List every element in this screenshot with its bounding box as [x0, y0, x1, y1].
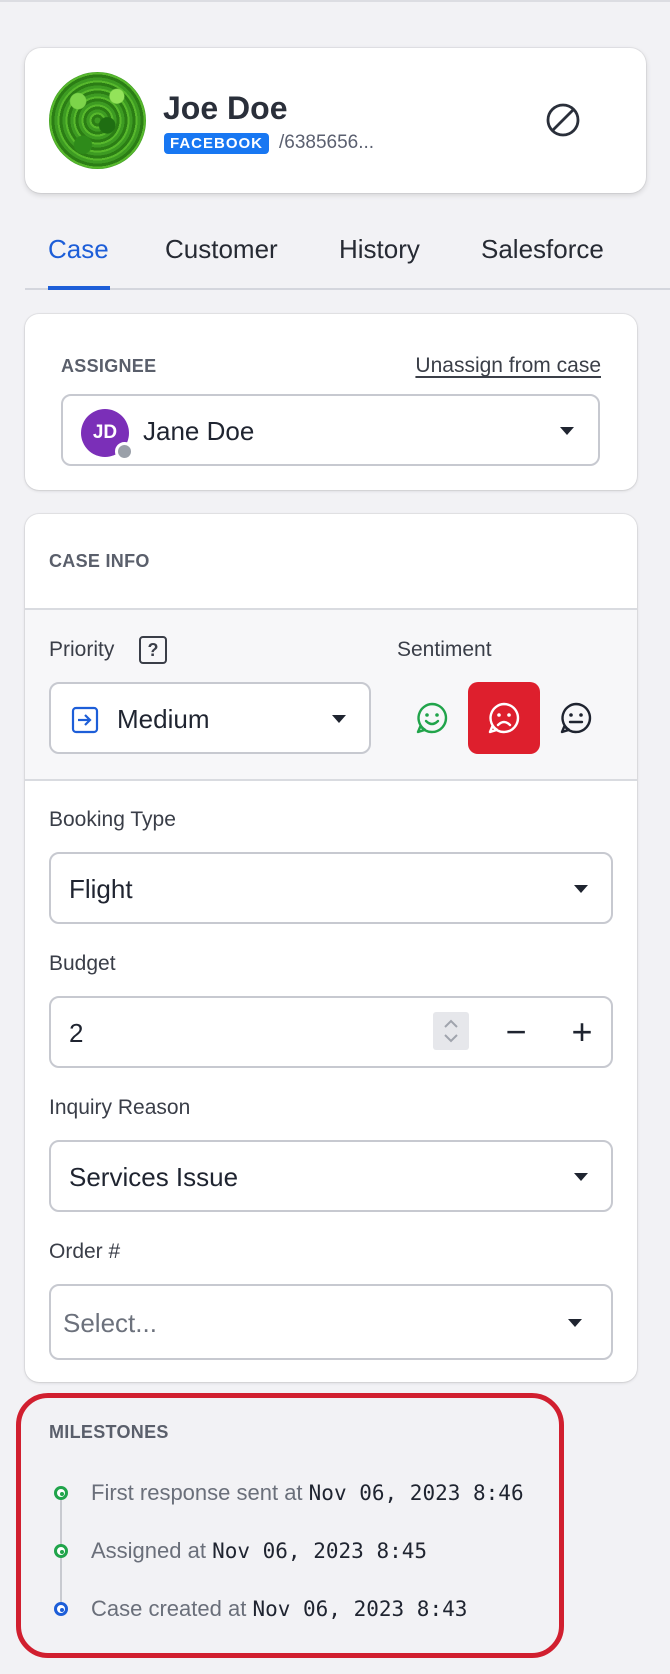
- assignee-select[interactable]: JD Jane Doe: [61, 394, 600, 466]
- priority-value: Medium: [117, 704, 210, 734]
- milestone-item: Assigned at Nov 06, 2023 8:45: [91, 1538, 427, 1564]
- order-select[interactable]: Select...: [49, 1284, 613, 1360]
- frown-icon: [488, 702, 520, 734]
- unassign-link[interactable]: Unassign from case: [415, 354, 601, 378]
- priority-select[interactable]: Medium: [49, 682, 371, 754]
- customer-id: /6385656...: [279, 132, 375, 153]
- block-icon[interactable]: [545, 102, 581, 138]
- presence-status-dot: [115, 442, 134, 461]
- tab-bar: Case Customer History Salesforce: [25, 228, 670, 290]
- tab-salesforce[interactable]: Salesforce: [481, 234, 604, 265]
- milestone-text: Case created at: [91, 1596, 253, 1621]
- budget-input[interactable]: 2 − +: [49, 996, 613, 1068]
- booking-type-label: Booking Type: [49, 808, 176, 831]
- case-info-card: CASE INFO Priority ? Medium Sentiment Bo…: [25, 514, 637, 1382]
- top-border: [0, 0, 670, 2]
- sentiment-positive-button[interactable]: [396, 682, 468, 754]
- milestone-item: Case created at Nov 06, 2023 8:43: [91, 1596, 467, 1622]
- chevron-down-icon: [574, 1173, 588, 1181]
- budget-value: 2: [69, 1018, 84, 1048]
- inquiry-reason-value: Services Issue: [69, 1162, 239, 1192]
- milestone-time: Nov 06, 2023 8:43: [252, 1597, 468, 1621]
- chevron-down-icon: [574, 885, 588, 893]
- order-placeholder: Select...: [63, 1308, 157, 1338]
- inquiry-reason-label: Inquiry Reason: [49, 1096, 191, 1119]
- tab-customer[interactable]: Customer: [165, 234, 278, 265]
- assignee-label: ASSIGNEE: [61, 356, 157, 376]
- case-info-label: CASE INFO: [49, 551, 150, 571]
- milestone-dot: [54, 1486, 68, 1500]
- milestone-text: First response sent at: [91, 1480, 309, 1505]
- booking-type-value: Flight: [69, 874, 133, 904]
- number-spinner[interactable]: [433, 1012, 469, 1050]
- assignee-card: ASSIGNEE Unassign from case JD Jane Doe: [25, 314, 637, 490]
- chevron-down-icon: [568, 1319, 582, 1327]
- tab-case[interactable]: Case: [48, 234, 109, 265]
- inquiry-reason-select[interactable]: Services Issue: [49, 1140, 613, 1212]
- tab-history[interactable]: History: [339, 234, 420, 265]
- divider: [25, 779, 637, 781]
- milestone-dot: [54, 1544, 68, 1558]
- neutral-face-icon: [560, 702, 592, 734]
- milestone-item: First response sent at Nov 06, 2023 8:46: [91, 1480, 524, 1506]
- milestone-time: Nov 06, 2023 8:45: [212, 1539, 428, 1563]
- budget-label: Budget: [49, 952, 116, 975]
- chevron-down-icon: [560, 427, 574, 435]
- milestones-label: MILESTONES: [49, 1422, 169, 1442]
- priority-sentiment-row: Priority ? Medium Sentiment: [25, 610, 637, 780]
- smile-icon: [416, 702, 448, 734]
- milestone-time: Nov 06, 2023 8:46: [308, 1481, 524, 1505]
- sentiment-neutral-button[interactable]: [540, 682, 612, 754]
- chevron-down-icon: [332, 715, 346, 723]
- customer-avatar: [49, 72, 146, 169]
- sentiment-label: Sentiment: [397, 638, 492, 661]
- assignee-name: Jane Doe: [143, 416, 255, 446]
- active-tab-indicator: [48, 286, 110, 290]
- booking-type-select[interactable]: Flight: [49, 852, 613, 924]
- channel-badge: FACEBOOK: [164, 133, 270, 154]
- priority-arrow-icon: [71, 706, 99, 734]
- order-label: Order #: [49, 1240, 121, 1263]
- customer-name: Joe Doe: [163, 90, 288, 126]
- help-icon[interactable]: ?: [139, 636, 167, 664]
- customer-header-card: Joe Doe FACEBOOK /6385656...: [25, 48, 646, 193]
- sentiment-negative-button[interactable]: [468, 682, 540, 754]
- milestone-text: Assigned at: [91, 1538, 213, 1563]
- decrement-button[interactable]: −: [496, 1011, 536, 1052]
- milestone-dot: [54, 1602, 68, 1616]
- spinner-arrows-icon: [444, 1019, 458, 1043]
- priority-label: Priority: [49, 638, 115, 661]
- increment-button[interactable]: +: [562, 1011, 602, 1052]
